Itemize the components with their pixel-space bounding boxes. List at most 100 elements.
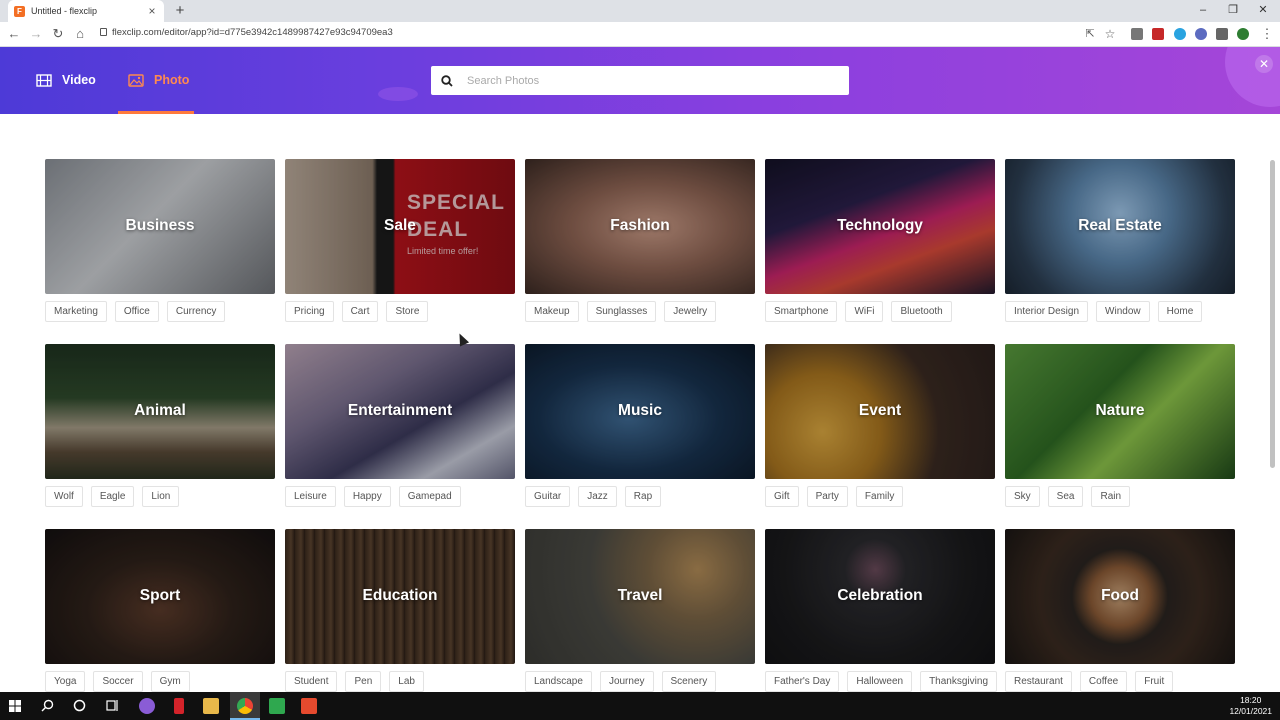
category-card-food[interactable]: Food Restaurant Coffee Fruit [1005,529,1235,692]
puzzle-icon[interactable] [1216,28,1228,40]
category-card-entertainment[interactable]: Entertainment Leisure Happy Gamepad [285,344,515,507]
tag-chip[interactable]: Gym [150,671,190,692]
url-field[interactable]: flexclip.com/editor/app?id=d775e3942c148… [100,27,393,38]
tag-chip[interactable]: Thanksgiving [920,671,997,692]
tag-chip[interactable]: Soccer [93,671,143,692]
tag-chip[interactable]: Landscape [525,671,592,692]
restore-icon[interactable]: ❐ [1218,0,1248,22]
tag-chip[interactable]: Interior Design [1005,301,1089,322]
tag-chip[interactable]: Pen [345,671,382,692]
search-icon[interactable] [41,699,54,712]
category-card-event[interactable]: Event Gift Party Family [765,344,995,507]
tag-chip[interactable]: Makeup [525,301,579,322]
tag-chip[interactable]: Smartphone [765,301,838,322]
category-card-music[interactable]: Music Guitar Jazz Rap [525,344,755,507]
tag-chip[interactable]: Family [855,486,904,507]
tag-chip[interactable]: Wolf [45,486,83,507]
task-view-icon[interactable] [105,699,119,712]
avatar[interactable] [1237,28,1249,40]
tag-chip[interactable]: Lab [389,671,424,692]
back-icon[interactable]: ← [6,26,22,42]
category-thumbnail[interactable]: Real Estate [1005,159,1235,294]
category-thumbnail[interactable]: Education [285,529,515,664]
tag-chip[interactable]: Gamepad [398,486,461,507]
reload-icon[interactable]: ↻ [50,26,66,42]
category-card-business[interactable]: Business Marketing Office Currency [45,159,275,322]
tag-chip[interactable]: Jazz [578,486,617,507]
category-card-fashion[interactable]: Fashion Makeup Sunglasses Jewelry [525,159,755,322]
tag-chip[interactable]: Bluetooth [891,301,952,322]
tag-chip[interactable]: Marketing [45,301,107,322]
tag-chip[interactable]: Sea [1047,486,1084,507]
category-thumbnail[interactable]: Business [45,159,275,294]
tag-chip[interactable]: Window [1096,301,1150,322]
file-explorer-icon[interactable] [203,698,219,714]
tag-chip[interactable]: Scenery [661,671,717,692]
extension-icon[interactable] [1195,28,1207,40]
extension-icon[interactable] [1174,28,1186,40]
app-icon[interactable] [174,698,184,714]
category-thumbnail[interactable]: Travel [525,529,755,664]
category-card-nature[interactable]: Nature Sky Sea Rain [1005,344,1235,507]
category-thumbnail[interactable]: Technology [765,159,995,294]
category-thumbnail[interactable]: Sport [45,529,275,664]
tag-chip[interactable]: Currency [166,301,226,322]
tag-chip[interactable]: Rap [624,486,662,507]
minimize-icon[interactable]: – [1188,0,1218,22]
browser-tab[interactable]: F Untitled - flexclip × [8,0,164,22]
tag-chip[interactable]: Leisure [285,486,336,507]
tag-chip[interactable]: Father's Day [765,671,840,692]
tag-chip[interactable]: Journey [599,671,654,692]
menu-dots-icon[interactable]: ⋮ [1259,26,1275,42]
share-icon[interactable]: ⇱ [1082,26,1098,42]
category-card-real-estate[interactable]: Real Estate Interior Design Window Home [1005,159,1235,322]
category-card-sport[interactable]: Sport Yoga Soccer Gym [45,529,275,692]
category-thumbnail[interactable]: SPECIAL DEAL Limited time offer! Sale [285,159,515,294]
category-thumbnail[interactable]: Food [1005,529,1235,664]
tag-chip[interactable]: Jewelry [664,301,717,322]
extension-icon[interactable] [1131,28,1143,40]
category-thumbnail[interactable]: Entertainment [285,344,515,479]
tag-chip[interactable]: Coffee [1079,671,1128,692]
tag-chip[interactable]: Home [1157,301,1203,322]
category-thumbnail[interactable]: Fashion [525,159,755,294]
tag-chip[interactable]: Lion [142,486,180,507]
category-card-celebration[interactable]: Celebration Father's Day Halloween Thank… [765,529,997,692]
tag-chip[interactable]: Sky [1005,486,1040,507]
app-icon[interactable] [269,698,285,714]
tab-video[interactable]: Video [36,73,96,87]
tab-photo[interactable]: Photo [128,73,189,87]
tab-close-icon[interactable]: × [146,4,158,18]
tag-chip[interactable]: Cart [341,301,379,322]
category-card-travel[interactable]: Travel Landscape Journey Scenery [525,529,755,692]
search-input[interactable] [467,74,827,87]
bookmark-star-icon[interactable]: ☆ [1102,26,1118,42]
forward-icon[interactable]: → [28,26,44,42]
home-icon[interactable]: ⌂ [72,26,88,42]
chrome-icon[interactable] [237,698,253,714]
windows-start-icon[interactable] [9,700,21,712]
category-thumbnail[interactable]: Music [525,344,755,479]
tag-chip[interactable]: Sunglasses [586,301,657,322]
category-thumbnail[interactable]: Nature [1005,344,1235,479]
category-thumbnail[interactable]: Animal [45,344,275,479]
tag-chip[interactable]: Yoga [45,671,86,692]
window-close-icon[interactable]: ✕ [1248,0,1278,22]
tag-chip[interactable]: WiFi [845,301,884,322]
category-card-technology[interactable]: Technology Smartphone WiFi Bluetooth [765,159,995,322]
tag-chip[interactable]: Halloween [847,671,913,692]
tag-chip[interactable]: Store [386,301,429,322]
system-clock[interactable]: 18:20 12/01/2021 [1229,695,1272,717]
tag-chip[interactable]: Office [114,301,159,322]
cortana-icon[interactable] [73,699,86,712]
tag-chip[interactable]: Student [285,671,338,692]
tag-chip[interactable]: Gift [765,486,799,507]
tag-chip[interactable]: Eagle [90,486,135,507]
tag-chip[interactable]: Guitar [525,486,571,507]
tag-chip[interactable]: Party [806,486,848,507]
category-card-sale[interactable]: SPECIAL DEAL Limited time offer! Sale Pr… [285,159,515,322]
tag-chip[interactable]: Restaurant [1005,671,1072,692]
search-bar[interactable] [431,66,849,95]
tag-chip[interactable]: Fruit [1135,671,1174,692]
app-icon[interactable] [139,698,155,714]
